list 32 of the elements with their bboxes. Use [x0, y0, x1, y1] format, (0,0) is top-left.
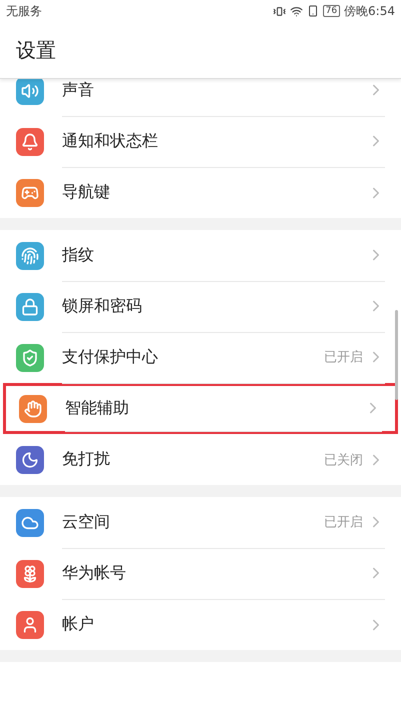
item-status: 已开启 — [324, 349, 363, 366]
settings-item[interactable]: 指纹 — [0, 230, 401, 281]
settings-item[interactable]: 导航键 — [0, 167, 401, 218]
item-label: 通知和状态栏 — [62, 130, 159, 152]
settings-item[interactable]: 云空间 已开启 — [0, 497, 401, 548]
vibrate-icon — [272, 4, 286, 18]
item-label: 声音 — [62, 80, 95, 100]
item-label: 指纹 — [62, 244, 95, 266]
item-label: 华为帐号 — [62, 562, 127, 584]
wifi-icon — [290, 4, 303, 18]
settings-item[interactable]: 锁屏和密码 — [0, 281, 401, 332]
item-label: 智能辅助 — [65, 398, 130, 418]
item-label: 锁屏和密码 — [62, 296, 143, 316]
settings-item[interactable]: 免打扰 已关闭 — [0, 434, 401, 485]
item-label: 云空间 — [62, 512, 111, 532]
carrier-text: 无服务 — [6, 2, 42, 20]
item-status: 已关闭 — [324, 452, 363, 468]
settings-item[interactable]: 支付保护中心 已开启 — [0, 332, 401, 383]
settings-item[interactable]: 通知和状态栏 — [0, 116, 401, 167]
item-label: 帐户 — [62, 614, 95, 635]
clock-text: 傍晚6:54 — [344, 2, 395, 20]
settings-item[interactable]: 智能辅助 — [3, 383, 398, 434]
settings-item[interactable]: 帐户 — [0, 599, 401, 650]
sim-icon — [306, 5, 319, 17]
item-status: 已开启 — [324, 514, 363, 531]
item-label: 导航键 — [62, 182, 111, 203]
battery-icon: 76 — [322, 5, 340, 17]
settings-item[interactable]: 华为帐号 — [0, 548, 401, 599]
item-label: 支付保护中心 — [62, 346, 159, 368]
settings-item[interactable]: 声音 — [0, 79, 401, 116]
item-label: 免打扰 — [62, 449, 111, 470]
page-title: 设置 — [16, 36, 56, 64]
